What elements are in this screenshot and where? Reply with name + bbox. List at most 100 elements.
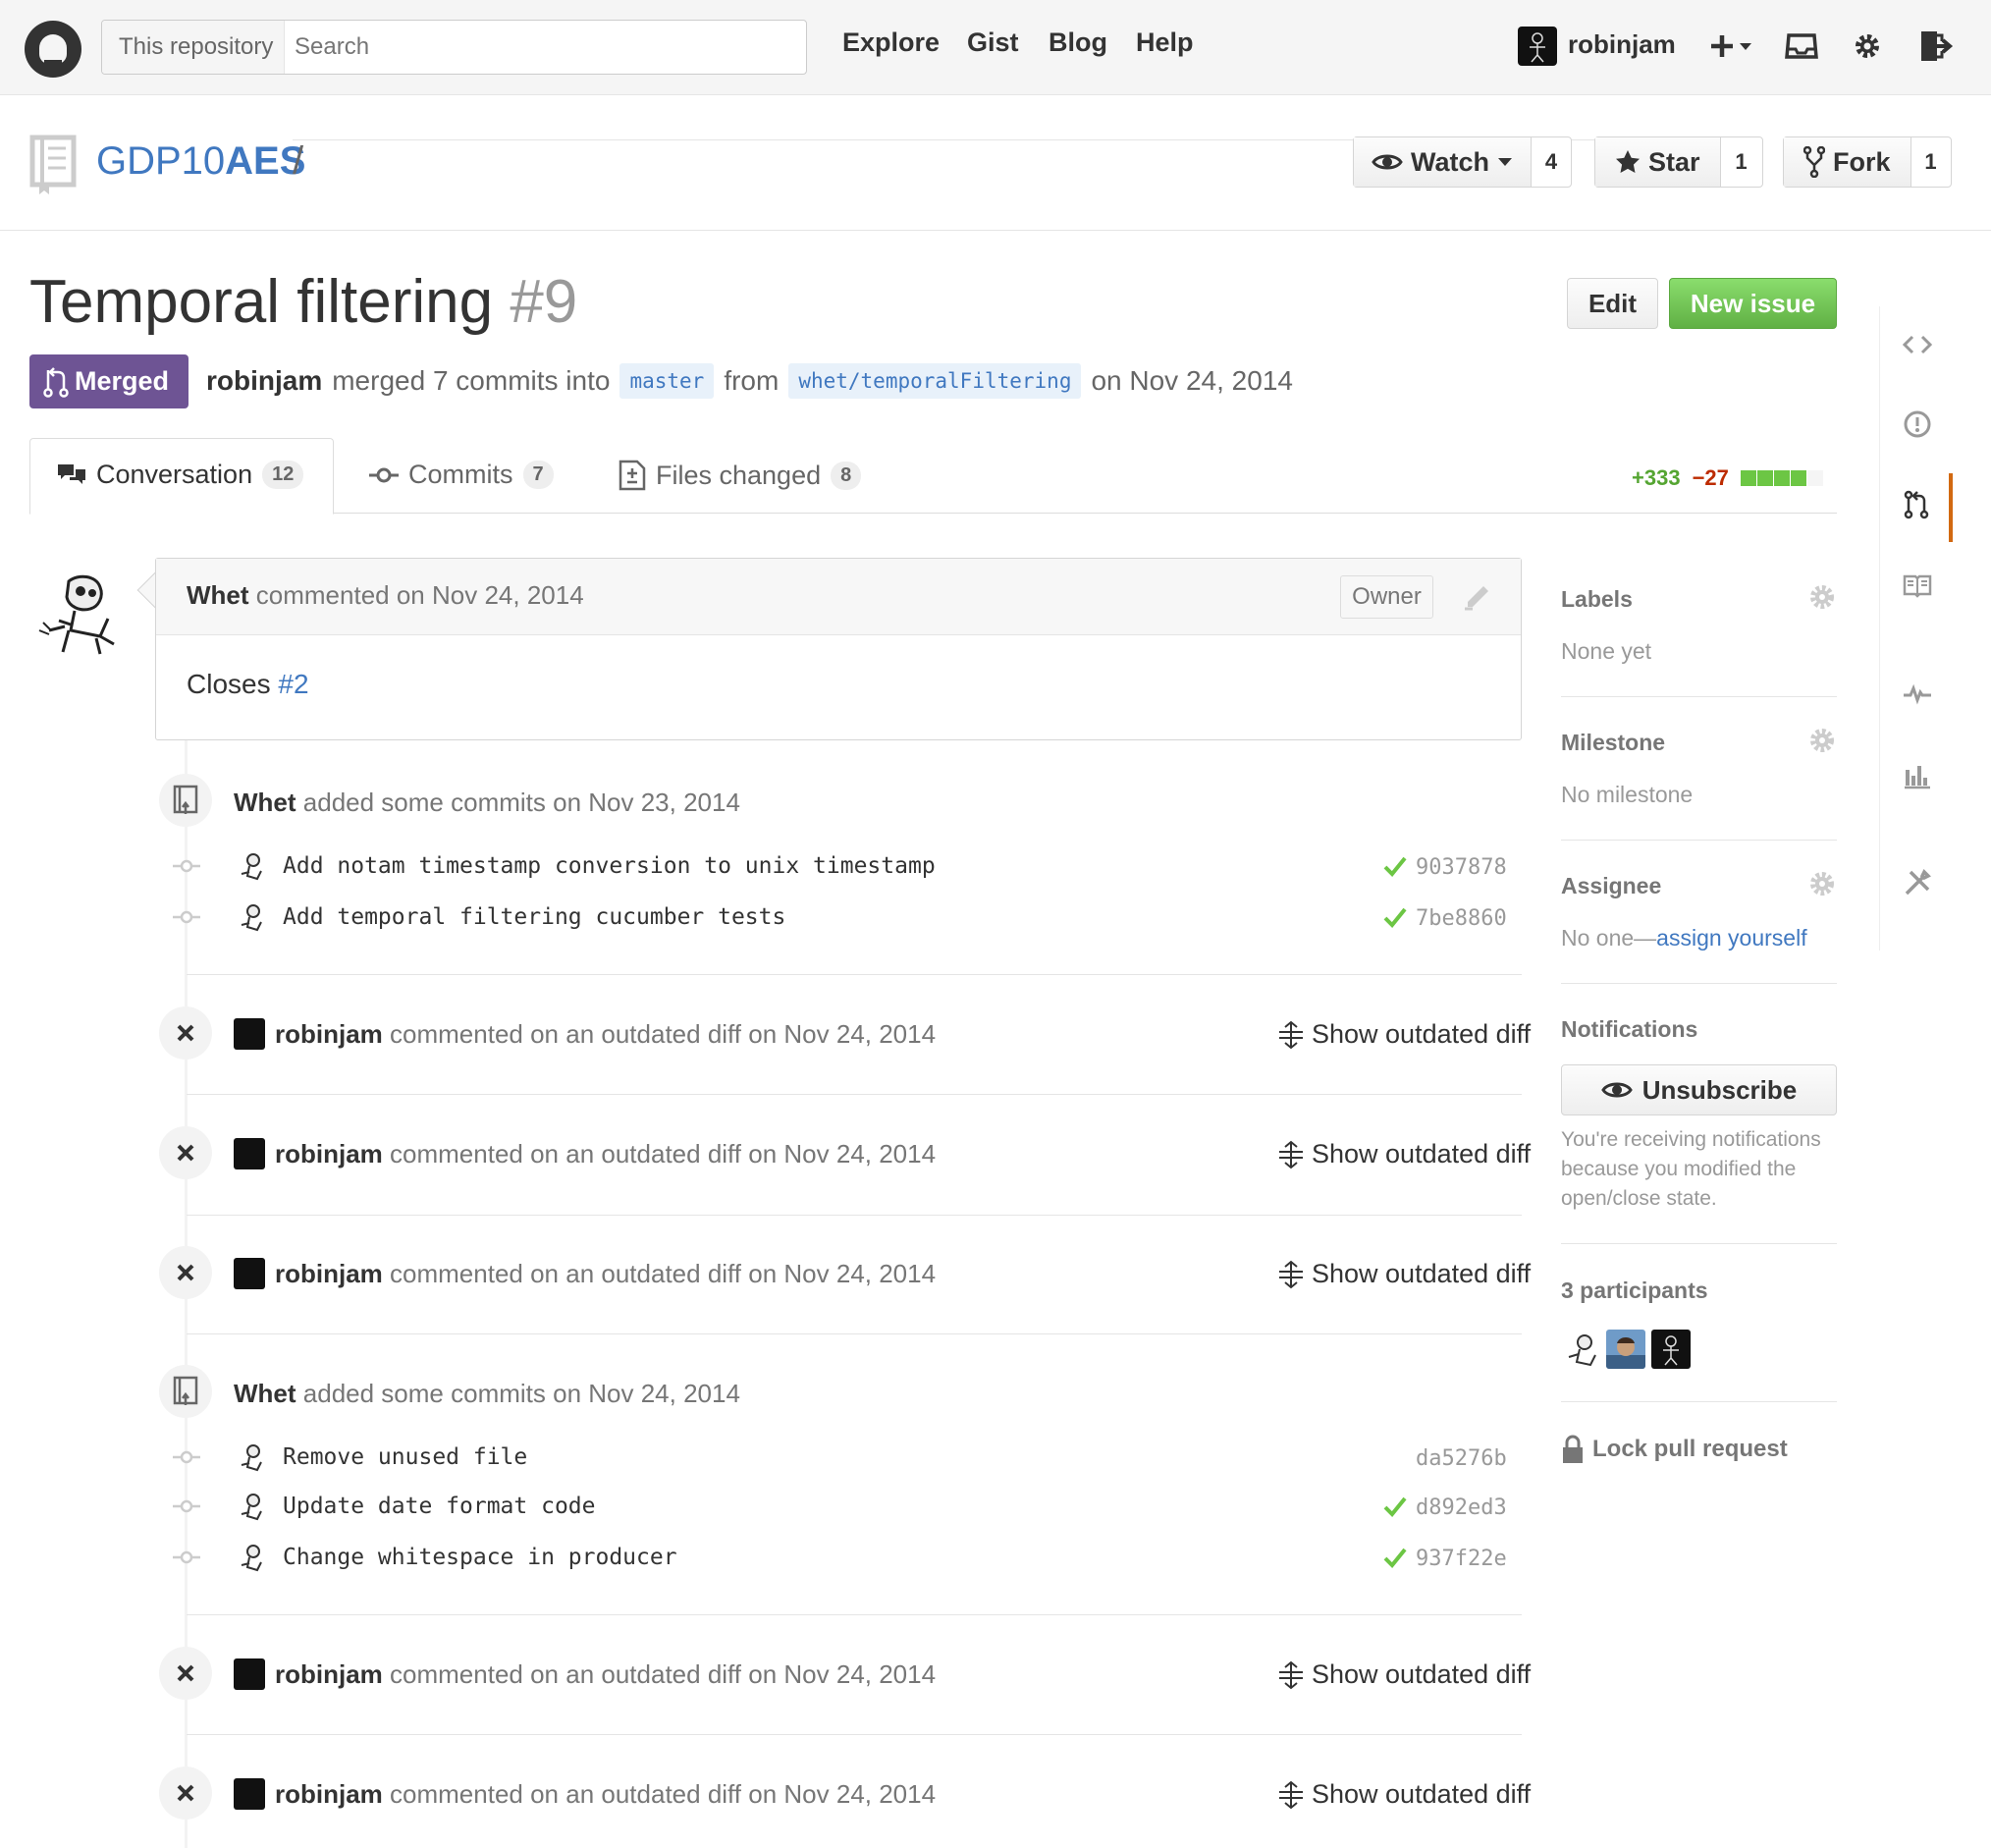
- comment-author[interactable]: robinjam: [275, 1259, 383, 1288]
- check-success-icon[interactable]: [1382, 853, 1408, 879]
- commit-author-avatar[interactable]: [236, 1491, 267, 1522]
- show-outdated-diff-button[interactable]: Show outdated diff: [1276, 1019, 1531, 1050]
- show-outdated-diff-button[interactable]: Show outdated diff: [1276, 1779, 1531, 1810]
- github-logo-icon[interactable]: [25, 21, 81, 78]
- nav-help[interactable]: Help: [1136, 27, 1194, 58]
- comment-author[interactable]: robinjam: [275, 1659, 383, 1689]
- assignee-heading[interactable]: Assignee: [1561, 873, 1661, 899]
- show-outdated-diff-button[interactable]: Show outdated diff: [1276, 1259, 1531, 1289]
- commit-message[interactable]: Remove unused file: [283, 1444, 527, 1470]
- base-branch[interactable]: master: [619, 363, 715, 399]
- milestone-gear-icon[interactable]: [1808, 727, 1836, 754]
- commit-message[interactable]: Add temporal filtering cucumber tests: [283, 904, 785, 930]
- assignee-gear-icon[interactable]: [1808, 870, 1836, 897]
- edit-button[interactable]: Edit: [1567, 278, 1658, 329]
- repo-owner-link[interactable]: GDP10: [96, 139, 225, 183]
- search-box[interactable]: This repository: [101, 20, 807, 75]
- commit-author-avatar[interactable]: [236, 850, 267, 882]
- participant-avatar[interactable]: [1651, 1330, 1691, 1369]
- check-success-icon[interactable]: [1382, 1494, 1408, 1519]
- commit-message[interactable]: Add notam timestamp conversion to unix t…: [283, 853, 936, 879]
- whet-avatar[interactable]: [29, 562, 126, 658]
- diffstat-blocks: [1740, 470, 1824, 486]
- watch-count[interactable]: 4: [1532, 137, 1571, 187]
- commit-sha[interactable]: da5276b: [1416, 1446, 1507, 1471]
- star-button[interactable]: Star: [1595, 137, 1721, 187]
- show-outdated-diff-button[interactable]: Show outdated diff: [1276, 1139, 1531, 1169]
- issues-icon[interactable]: [1903, 409, 1932, 439]
- settings-tools-icon[interactable]: [1903, 868, 1932, 897]
- nav-blog[interactable]: Blog: [1049, 27, 1107, 58]
- unfold-icon: [1279, 1140, 1303, 1169]
- show-outdated-diff-button[interactable]: Show outdated diff: [1276, 1659, 1531, 1690]
- issue-reference-link[interactable]: #2: [278, 669, 308, 699]
- fork-count[interactable]: 1: [1911, 137, 1951, 187]
- check-success-icon[interactable]: [1382, 1545, 1408, 1570]
- outdated-toggle-label: Show outdated diff: [1312, 1779, 1532, 1809]
- nav-gist[interactable]: Gist: [967, 27, 1019, 58]
- comment-author[interactable]: robinjam: [275, 1019, 383, 1049]
- graphs-icon[interactable]: [1903, 760, 1932, 789]
- unsubscribe-button[interactable]: Unsubscribe: [1561, 1064, 1837, 1115]
- pulse-icon[interactable]: [1903, 679, 1932, 709]
- check-success-icon[interactable]: [1382, 904, 1408, 930]
- commit-author-avatar[interactable]: [236, 1542, 267, 1573]
- nav-explore[interactable]: Explore: [842, 27, 940, 58]
- participant-avatar[interactable]: [1561, 1330, 1600, 1369]
- x-icon: [177, 1144, 194, 1162]
- commit-message[interactable]: Change whitespace in producer: [283, 1545, 677, 1570]
- comment-author[interactable]: Whet: [187, 580, 249, 610]
- watch-button[interactable]: Watch: [1354, 137, 1532, 187]
- comment-action: commented on an outdated diff on Nov 24,…: [390, 1779, 937, 1809]
- commit-group-author[interactable]: Whet: [234, 1379, 296, 1408]
- search-scope[interactable]: This repository: [102, 21, 285, 74]
- milestone-heading[interactable]: Milestone: [1561, 730, 1665, 756]
- notifications-inbox-icon[interactable]: [1785, 26, 1818, 67]
- comment-header: Whet commented on Nov 24, 2014 Owner: [156, 559, 1521, 635]
- create-new-plus-icon[interactable]: [1708, 26, 1757, 67]
- wiki-book-icon[interactable]: [1903, 571, 1932, 600]
- search-input[interactable]: [295, 27, 785, 68]
- participant-avatar[interactable]: [1606, 1330, 1645, 1369]
- commit-message[interactable]: Update date format code: [283, 1494, 596, 1519]
- username[interactable]: robinjam: [1568, 29, 1676, 60]
- commit-author-avatar[interactable]: [236, 1441, 267, 1473]
- commit-sha[interactable]: 7be8860: [1416, 906, 1507, 931]
- comment-action[interactable]: commented on Nov 24, 2014: [256, 580, 584, 610]
- commit-author-avatar[interactable]: [236, 901, 267, 933]
- lock-pull-request-button[interactable]: Lock pull request: [1561, 1434, 1788, 1465]
- commit-sha[interactable]: 937f22e: [1416, 1547, 1507, 1571]
- merge-date: on Nov 24, 2014: [1091, 365, 1293, 396]
- assign-yourself-link[interactable]: assign yourself: [1656, 925, 1806, 951]
- tab-commits[interactable]: Commits 7: [369, 460, 554, 490]
- comment-author[interactable]: robinjam: [275, 1139, 383, 1169]
- tab-files-changed[interactable]: Files changed 8: [619, 460, 862, 491]
- robinjam-avatar[interactable]: [234, 1658, 265, 1690]
- star-count[interactable]: 1: [1721, 137, 1762, 187]
- repo-book-icon: [29, 135, 77, 194]
- comment-author[interactable]: robinjam: [275, 1779, 383, 1809]
- outdated-comment-text: robinjam commented on an outdated diff o…: [275, 1259, 936, 1289]
- tab-conversation[interactable]: Conversation 12: [57, 460, 304, 490]
- commit-sha[interactable]: 9037878: [1416, 855, 1507, 880]
- user-avatar[interactable]: [1518, 27, 1557, 66]
- head-branch[interactable]: whet/temporalFiltering: [788, 363, 1082, 399]
- robinjam-avatar[interactable]: [234, 1138, 265, 1169]
- sign-out-icon[interactable]: [1918, 26, 1954, 67]
- code-icon[interactable]: [1903, 330, 1932, 359]
- robinjam-avatar[interactable]: [234, 1778, 265, 1810]
- robinjam-avatar[interactable]: [234, 1018, 265, 1050]
- fork-button[interactable]: Fork: [1784, 137, 1911, 187]
- labels-heading[interactable]: Labels: [1561, 586, 1633, 613]
- settings-gear-icon[interactable]: [1851, 26, 1884, 67]
- outdated-comment-text: robinjam commented on an outdated diff o…: [275, 1779, 936, 1810]
- pencil-edit-icon[interactable]: [1462, 578, 1493, 612]
- commit-sha[interactable]: d892ed3: [1416, 1495, 1507, 1520]
- additions-count: +333: [1632, 465, 1681, 490]
- commit-group-author[interactable]: Whet: [234, 788, 296, 817]
- robinjam-avatar[interactable]: [234, 1258, 265, 1289]
- pull-requests-icon[interactable]: [1903, 490, 1932, 519]
- merger-link[interactable]: robinjam: [206, 365, 322, 397]
- new-issue-button[interactable]: New issue: [1669, 278, 1837, 329]
- labels-gear-icon[interactable]: [1808, 583, 1836, 611]
